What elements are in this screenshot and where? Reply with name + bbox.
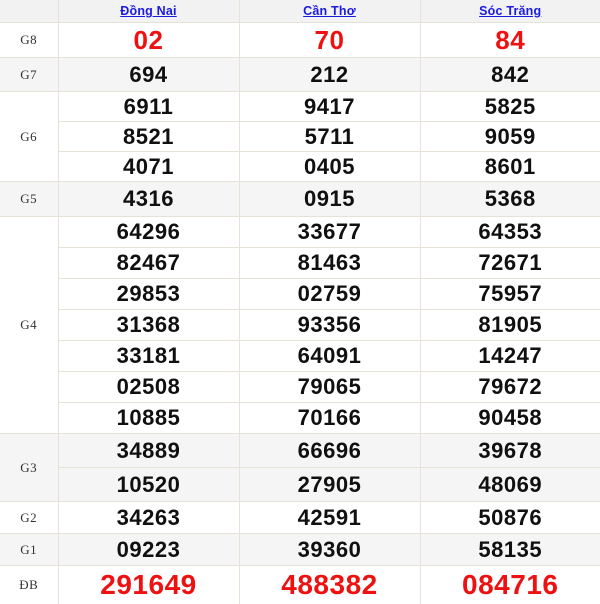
prize-value: 8521 (58, 122, 239, 152)
prize-label-g8: G8 (0, 23, 58, 58)
prize-value: 0405 (239, 152, 420, 182)
prize-value: 82467 (58, 248, 239, 279)
prize-value: 5711 (239, 122, 420, 152)
prize-value: 27905 (239, 468, 420, 502)
prize-value: 58135 (420, 534, 600, 566)
prize-value: 02 (58, 23, 239, 58)
prize-value: 31368 (58, 310, 239, 341)
table-row: 852157119059 (0, 122, 600, 152)
prize-value: 9059 (420, 122, 600, 152)
table-row: G5431609155368 (0, 182, 600, 217)
prize-value: 5368 (420, 182, 600, 217)
prize-value: 79065 (239, 372, 420, 403)
prize-value: 10520 (58, 468, 239, 502)
table-row: G4642963367764353 (0, 217, 600, 248)
prize-value: 50876 (420, 502, 600, 534)
prize-value: 694 (58, 58, 239, 92)
prize-label-g2: G2 (0, 502, 58, 534)
table-body: G8027084G7694212842G66911941758258521571… (0, 23, 600, 604)
prize-value: 291649 (58, 566, 239, 604)
table-row: 407104058601 (0, 152, 600, 182)
prize-value: 212 (239, 58, 420, 92)
prize-value: 09223 (58, 534, 239, 566)
prize-value: 488382 (239, 566, 420, 604)
prize-label-g3: G3 (0, 434, 58, 502)
table-row: 025087906579672 (0, 372, 600, 403)
prize-value: 02508 (58, 372, 239, 403)
prize-value: 10885 (58, 403, 239, 434)
prize-value: 84 (420, 23, 600, 58)
prize-label-g1: G1 (0, 534, 58, 566)
header-province-1: Đồng Nai (58, 0, 239, 23)
prize-value: 4071 (58, 152, 239, 182)
table-row: 313689335681905 (0, 310, 600, 341)
prize-value: 0915 (239, 182, 420, 217)
prize-value: 4316 (58, 182, 239, 217)
prize-label-g4: G4 (0, 217, 58, 434)
province-link-can-tho[interactable]: Cần Thơ (303, 4, 356, 18)
table-row: 108857016690458 (0, 403, 600, 434)
prize-value: 39678 (420, 434, 600, 468)
table-row: G2342634259150876 (0, 502, 600, 534)
table-row: 105202790548069 (0, 468, 600, 502)
prize-value: 70 (239, 23, 420, 58)
table-row: G7694212842 (0, 58, 600, 92)
prize-value: 29853 (58, 279, 239, 310)
prize-value: 5825 (420, 92, 600, 122)
prize-value: 8601 (420, 152, 600, 182)
prize-value: 34889 (58, 434, 239, 468)
prize-value: 72671 (420, 248, 600, 279)
table-row: G3348896669639678 (0, 434, 600, 468)
prize-value: 842 (420, 58, 600, 92)
lottery-results-table: Đồng Nai Cần Thơ Sóc Trăng G8027084G7694… (0, 0, 600, 604)
table-row: G6691194175825 (0, 92, 600, 122)
table-header: Đồng Nai Cần Thơ Sóc Trăng (0, 0, 600, 23)
prize-value: 81905 (420, 310, 600, 341)
prize-value: 084716 (420, 566, 600, 604)
prize-value: 90458 (420, 403, 600, 434)
prize-value: 33181 (58, 341, 239, 372)
prize-value: 79672 (420, 372, 600, 403)
prize-value: 48069 (420, 468, 600, 502)
table-row: ĐB291649488382084716 (0, 566, 600, 604)
prize-value: 14247 (420, 341, 600, 372)
prize-value: 93356 (239, 310, 420, 341)
prize-value: 70166 (239, 403, 420, 434)
prize-value: 64091 (239, 341, 420, 372)
prize-value: 81463 (239, 248, 420, 279)
prize-value: 64353 (420, 217, 600, 248)
province-link-dong-nai[interactable]: Đồng Nai (120, 4, 176, 18)
prize-label-g7: G7 (0, 58, 58, 92)
table-row: 298530275975957 (0, 279, 600, 310)
prize-value: 33677 (239, 217, 420, 248)
prize-value: 64296 (58, 217, 239, 248)
prize-value: 9417 (239, 92, 420, 122)
table-row: G1092233936058135 (0, 534, 600, 566)
header-province-3: Sóc Trăng (420, 0, 600, 23)
table-row: 824678146372671 (0, 248, 600, 279)
prize-value: 42591 (239, 502, 420, 534)
prize-label-db: ĐB (0, 566, 58, 604)
prize-value: 34263 (58, 502, 239, 534)
prize-value: 66696 (239, 434, 420, 468)
prize-label-g6: G6 (0, 92, 58, 182)
prize-label-g5: G5 (0, 182, 58, 217)
header-row: Đồng Nai Cần Thơ Sóc Trăng (0, 0, 600, 23)
header-province-2: Cần Thơ (239, 0, 420, 23)
province-link-soc-trang[interactable]: Sóc Trăng (479, 4, 541, 18)
prize-value: 39360 (239, 534, 420, 566)
table-row: 331816409114247 (0, 341, 600, 372)
table-row: G8027084 (0, 23, 600, 58)
prize-value: 02759 (239, 279, 420, 310)
header-prize-label-blank (0, 0, 58, 23)
prize-value: 75957 (420, 279, 600, 310)
prize-value: 6911 (58, 92, 239, 122)
